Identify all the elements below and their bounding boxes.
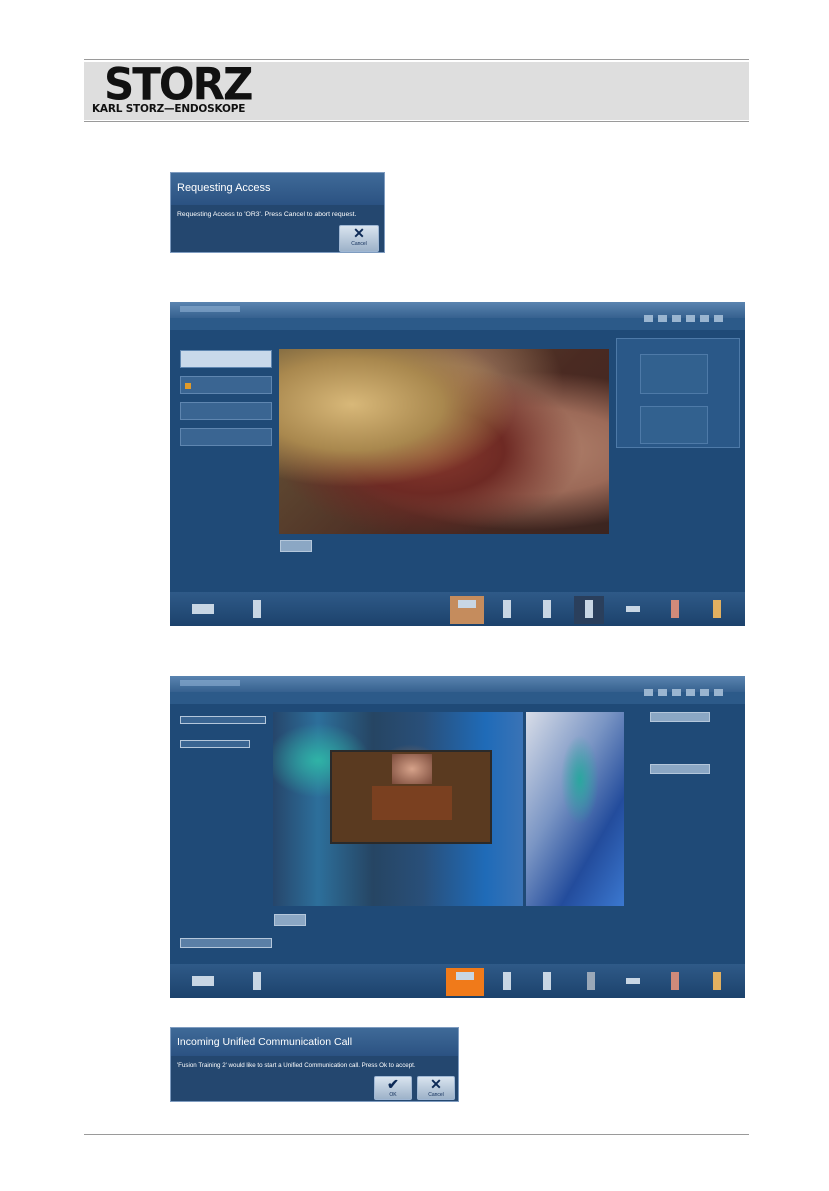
toolbar-button[interactable] [492,596,522,624]
toolbar-button-active[interactable] [450,596,484,624]
preview-tile[interactable] [640,406,708,444]
footer-rule [84,1134,749,1135]
cancel-button[interactable]: ✕ Cancel [417,1076,455,1100]
toolbar-button[interactable] [242,596,272,624]
toolbar-button[interactable] [242,968,272,996]
cancel-button-label: Cancel [428,1092,444,1098]
video-control-button[interactable] [280,540,312,552]
toolbar-button[interactable] [618,596,648,624]
dialog-message: Requesting Access to 'OR3'. Press Cancel… [177,211,357,218]
window-control[interactable] [658,689,667,696]
endoscope-video [279,349,609,534]
window-control[interactable] [686,689,695,696]
right-panel-button[interactable] [650,764,710,774]
sidebar-field[interactable] [180,716,266,724]
dialog-title: Requesting Access [171,173,384,205]
window-control[interactable] [700,689,709,696]
window-control[interactable] [672,689,681,696]
endoscope-view-screen [170,302,745,626]
toolbar-button[interactable] [188,968,218,996]
toolbar-button[interactable] [188,596,218,624]
incoming-call-dialog: Incoming Unified Communication Call 'Fus… [170,1027,459,1102]
or-room-view-screen [170,676,745,998]
toolbar-button[interactable] [532,968,562,996]
close-icon: ✕ [430,1076,442,1092]
sidebar-item[interactable] [180,350,272,368]
window-control[interactable] [714,315,723,322]
cancel-button[interactable]: ✕ Cancel [339,225,379,252]
toolbar-button[interactable] [574,596,604,624]
toolbar-button[interactable] [532,596,562,624]
dialog-title: Incoming Unified Communication Call [171,1028,458,1056]
sidebar-item[interactable] [180,402,272,420]
cancel-button-label: Cancel [351,241,367,247]
surgeon-camera [526,712,624,906]
toolbar-button[interactable] [492,968,522,996]
close-icon: ✕ [353,225,365,241]
window-control[interactable] [658,315,667,322]
sidebar-item[interactable] [180,428,272,446]
toolbar-button[interactable] [660,596,690,624]
checkmark-icon: ✔ [387,1076,399,1092]
window-control[interactable] [672,315,681,322]
video-control-button[interactable] [274,914,306,926]
window-control[interactable] [700,315,709,322]
dialog-message: 'Fusion Training 2' would like to start … [177,1062,416,1069]
bottom-toolbar [170,964,745,998]
toolbar-button[interactable] [660,968,690,996]
toolbar-button[interactable] [618,968,648,996]
window-control[interactable] [644,315,653,322]
preview-tile[interactable] [640,354,708,394]
right-panel-button[interactable] [650,712,710,722]
bottom-toolbar [170,592,745,626]
storz-logo-subtitle: KARL STORZ—ENDOSKOPE [92,103,246,115]
sidebar-item[interactable] [180,376,272,394]
window-control[interactable] [644,689,653,696]
ok-button[interactable]: ✔ OK [374,1076,412,1100]
window-control[interactable] [714,689,723,696]
requesting-access-dialog: Requesting Access Requesting Access to '… [170,172,385,253]
header-bottom-rule [84,121,749,122]
toolbar-button[interactable] [576,968,606,996]
sidebar-field[interactable] [180,740,250,748]
or-monitor [330,750,492,844]
toolbar-button[interactable] [702,596,732,624]
sidebar-action-button[interactable] [180,938,272,948]
toolbar-button[interactable] [702,968,732,996]
ok-button-label: OK [389,1092,397,1098]
window-control[interactable] [686,315,695,322]
toolbar-button-active[interactable] [446,968,484,996]
